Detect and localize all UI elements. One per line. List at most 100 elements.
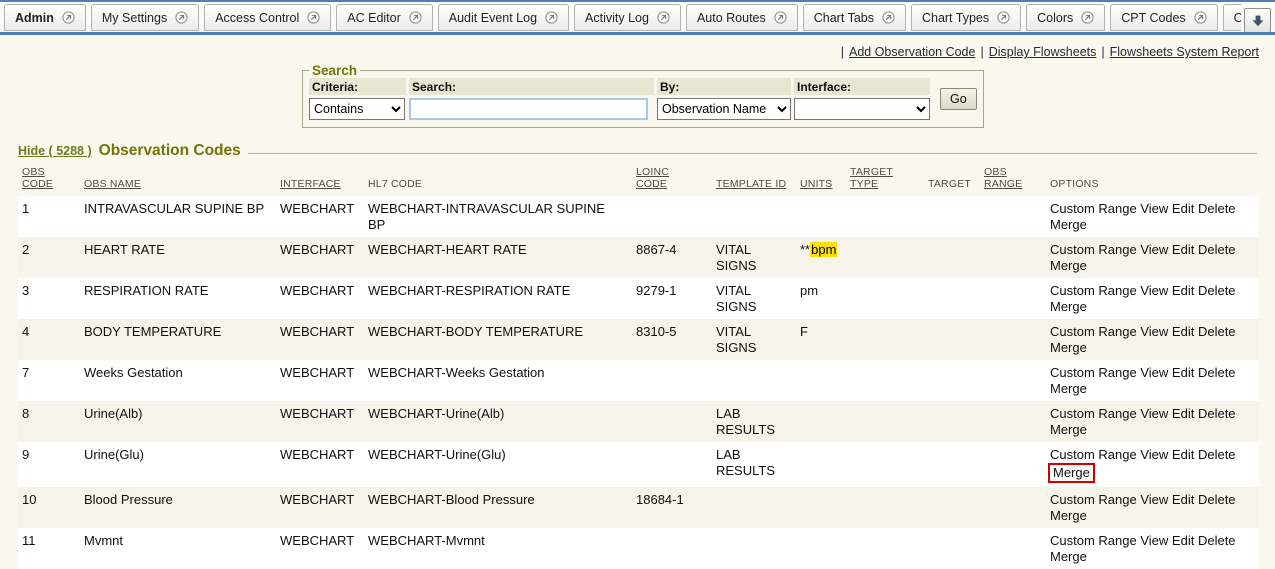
option-delete[interactable]: Delete <box>1198 365 1236 380</box>
option-edit[interactable]: Edit <box>1172 201 1194 216</box>
option-custom-range[interactable]: Custom Range <box>1050 201 1137 216</box>
option-view[interactable]: View <box>1140 283 1168 298</box>
go-button[interactable]: Go <box>940 88 977 110</box>
option-merge[interactable]: Merge <box>1050 381 1087 396</box>
cell-loinc-code: 8867-4 <box>632 237 712 278</box>
option-edit[interactable]: Edit <box>1172 242 1194 257</box>
option-edit[interactable]: Edit <box>1172 492 1194 507</box>
option-edit[interactable]: Edit <box>1172 283 1194 298</box>
search-input[interactable] <box>409 98 648 120</box>
option-merge[interactable]: Merge <box>1050 340 1087 355</box>
option-view[interactable]: View <box>1140 533 1168 548</box>
col-header-obs-code[interactable]: OBS CODE <box>18 162 80 196</box>
option-edit[interactable]: Edit <box>1172 447 1194 462</box>
option-merge[interactable]: Merge <box>1050 422 1087 437</box>
option-custom-range[interactable]: Custom Range <box>1050 492 1137 507</box>
by-select[interactable]: Observation Name <box>657 98 791 120</box>
option-delete[interactable]: Delete <box>1198 283 1236 298</box>
option-merge[interactable]: Merge <box>1053 465 1090 480</box>
cell-obs-range <box>980 237 1046 278</box>
page-content: |Add Observation Code|Display Flowsheets… <box>0 45 1275 569</box>
option-custom-range[interactable]: Custom Range <box>1050 406 1137 421</box>
option-edit[interactable]: Edit <box>1172 324 1194 339</box>
cell-obs-code: 9 <box>18 442 80 487</box>
option-view[interactable]: View <box>1140 201 1168 216</box>
hide-link[interactable]: Hide ( 5288 ) <box>18 144 92 158</box>
tab-overflow-button[interactable] <box>1244 8 1271 33</box>
col-header-interface[interactable]: INTERFACE <box>276 162 364 196</box>
tab-label: Audit Event Log <box>449 11 537 25</box>
option-view[interactable]: View <box>1140 492 1168 507</box>
cell-units <box>796 442 846 487</box>
table-row-obs-4: 4BODY TEMPERATUREWEBCHARTWEBCHART-BODY T… <box>18 319 1259 360</box>
tab-auto-routes[interactable]: Auto Routes <box>686 4 798 31</box>
option-edit[interactable]: Edit <box>1172 365 1194 380</box>
col-header-obs-name[interactable]: OBS NAME <box>80 162 276 196</box>
option-delete[interactable]: Delete <box>1198 492 1236 507</box>
cell-obs-name: RESPIRATION RATE <box>80 278 276 319</box>
tab-chart-types[interactable]: Chart Types <box>911 4 1021 31</box>
tab-activity-log[interactable]: Activity Log <box>574 4 681 31</box>
option-view[interactable]: View <box>1140 447 1168 462</box>
option-edit[interactable]: Edit <box>1172 533 1194 548</box>
option-delete[interactable]: Delete <box>1198 324 1236 339</box>
option-view[interactable]: View <box>1140 324 1168 339</box>
option-view[interactable]: View <box>1140 406 1168 421</box>
tab-chart-tabs[interactable]: Chart Tabs <box>803 4 906 31</box>
cell-template-id: VITAL SIGNS <box>712 319 796 360</box>
option-custom-range[interactable]: Custom Range <box>1050 533 1137 548</box>
cell-options: Custom Range View Edit Delete Merge <box>1046 237 1259 278</box>
tab-access-control[interactable]: Access Control <box>204 4 331 31</box>
tab-audit-event-log[interactable]: Audit Event Log <box>438 4 569 31</box>
col-header-units[interactable]: UNITS <box>796 162 846 196</box>
option-custom-range[interactable]: Custom Range <box>1050 365 1137 380</box>
option-merge[interactable]: Merge <box>1050 299 1087 314</box>
tab-admin[interactable]: Admin <box>4 4 86 31</box>
option-delete[interactable]: Delete <box>1198 447 1236 462</box>
cell-units <box>796 401 846 442</box>
option-view[interactable]: View <box>1140 242 1168 257</box>
cell-obs-code: 10 <box>18 487 80 528</box>
option-custom-range[interactable]: Custom Range <box>1050 242 1137 257</box>
option-delete[interactable]: Delete <box>1198 533 1236 548</box>
option-edit[interactable]: Edit <box>1172 406 1194 421</box>
option-delete[interactable]: Delete <box>1198 201 1236 216</box>
cell-hl7-code: WEBCHART-Weeks Gestation <box>364 360 632 401</box>
cell-target <box>924 278 980 319</box>
tab-ac-editor[interactable]: AC Editor <box>336 4 433 31</box>
option-delete[interactable]: Delete <box>1198 242 1236 257</box>
link-add-observation-code[interactable]: Add Observation Code <box>849 45 975 59</box>
col-header-template-id[interactable]: TEMPLATE ID <box>712 162 796 196</box>
cell-units: **bpm <box>796 237 846 278</box>
option-custom-range[interactable]: Custom Range <box>1050 447 1137 462</box>
link-display-flowsheets[interactable]: Display Flowsheets <box>989 45 1097 59</box>
criteria-select[interactable]: Contains <box>309 98 405 120</box>
col-header-loinc-code[interactable]: LOINC CODE <box>632 162 712 196</box>
col-header-obs-range[interactable]: OBS RANGE <box>980 162 1046 196</box>
col-header-target-type[interactable]: TARGET TYPE <box>846 162 924 196</box>
popout-icon <box>1081 11 1094 24</box>
tab-cpt-codes[interactable]: CPT Codes <box>1110 4 1217 31</box>
cell-obs-range <box>980 360 1046 401</box>
search-column: Search: <box>409 78 654 120</box>
option-merge[interactable]: Merge <box>1050 508 1087 523</box>
cell-options: Custom Range View Edit Delete Merge <box>1046 528 1259 569</box>
tab-cpt-requirem[interactable]: CPT Requirem <box>1223 4 1241 31</box>
option-view[interactable]: View <box>1140 365 1168 380</box>
option-merge[interactable]: Merge <box>1050 258 1087 273</box>
tab-my-settings[interactable]: My Settings <box>91 4 199 31</box>
option-merge[interactable]: Merge <box>1050 217 1087 232</box>
tab-label: Activity Log <box>585 11 649 25</box>
option-custom-range[interactable]: Custom Range <box>1050 283 1137 298</box>
tab-colors[interactable]: Colors <box>1026 4 1105 31</box>
option-custom-range[interactable]: Custom Range <box>1050 324 1137 339</box>
interface-select[interactable] <box>794 98 930 120</box>
highlight-box: Merge <box>1048 463 1095 483</box>
cell-obs-code: 1 <box>18 196 80 237</box>
cell-target-type <box>846 442 924 487</box>
cell-options: Custom Range View Edit Delete Merge <box>1046 487 1259 528</box>
cell-interface: WEBCHART <box>276 442 364 487</box>
link-flowsheets-system-report[interactable]: Flowsheets System Report <box>1110 45 1259 59</box>
tab-label: CPT Requirem <box>1234 11 1241 25</box>
option-delete[interactable]: Delete <box>1198 406 1236 421</box>
